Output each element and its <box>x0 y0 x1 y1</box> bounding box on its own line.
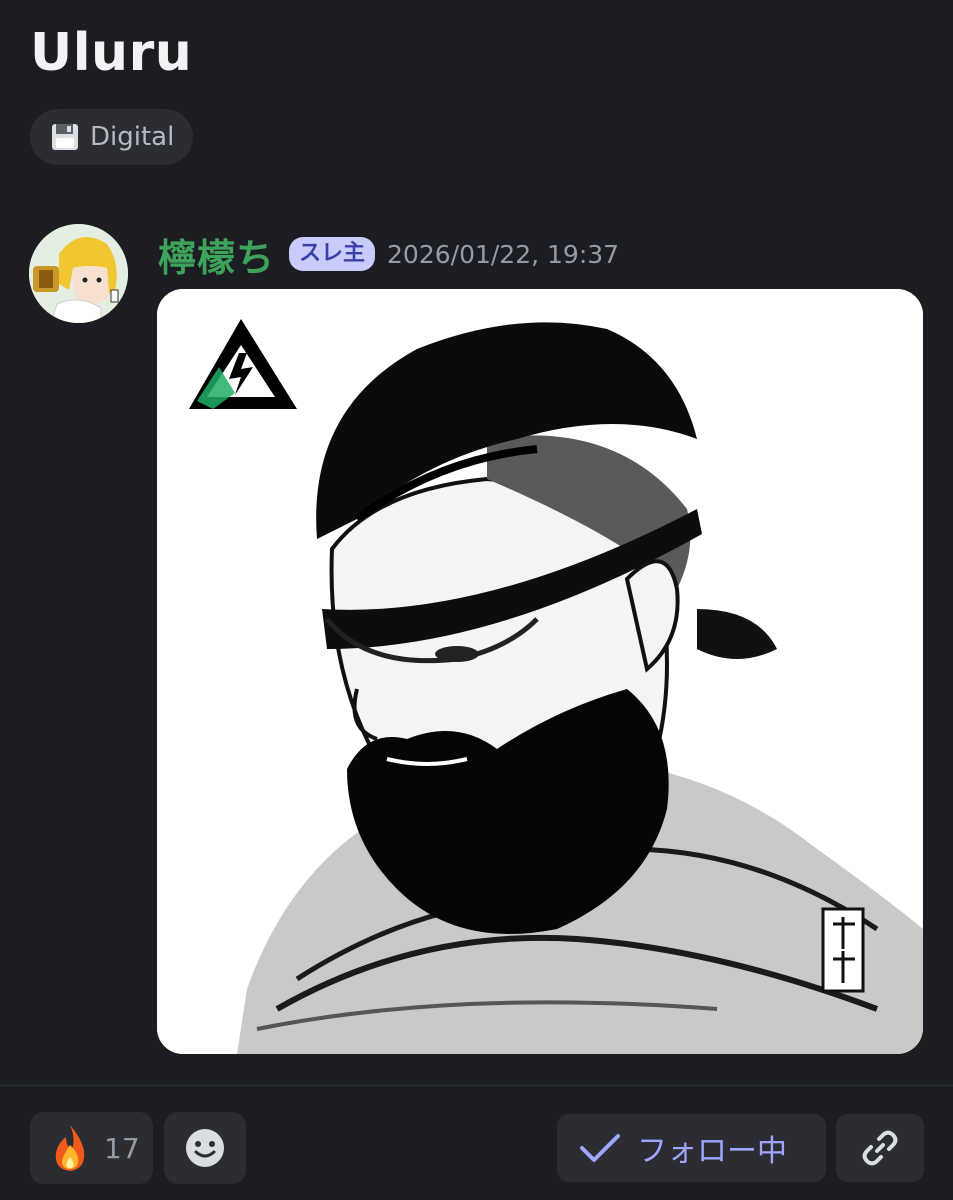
link-icon <box>862 1130 898 1166</box>
tag-digital[interactable]: Digital <box>30 109 193 165</box>
smiley-face-icon <box>186 1129 224 1167</box>
checkmark-icon <box>580 1134 620 1162</box>
author-name[interactable]: 檸檬ち <box>158 227 275 282</box>
image-attachment[interactable] <box>157 289 923 1054</box>
artist-signature-stamp <box>821 907 865 993</box>
floppy-disk-icon <box>52 124 78 150</box>
fire-emoji-icon <box>55 1125 85 1171</box>
follow-label: フォロー中 <box>637 1134 787 1169</box>
thread-title: Uluru <box>30 23 193 83</box>
reaction-count: 17 <box>104 1131 140 1165</box>
op-badge: スレ主 <box>289 237 376 271</box>
reaction-fire[interactable]: 17 <box>30 1112 153 1184</box>
post-header: 檸檬ち スレ主 2026/01/22, 19:37 <box>158 226 619 282</box>
divider <box>0 1085 953 1086</box>
follow-button[interactable]: フォロー中 <box>557 1114 826 1182</box>
post-timestamp: 2026/01/22, 19:37 <box>387 239 620 269</box>
bearded-man-drawing <box>157 289 923 1054</box>
avatar-illustration <box>29 224 128 323</box>
copy-link-button[interactable] <box>836 1114 924 1182</box>
add-reaction-button[interactable] <box>164 1112 246 1184</box>
author-avatar[interactable] <box>29 224 128 323</box>
tag-label: Digital <box>90 122 175 152</box>
